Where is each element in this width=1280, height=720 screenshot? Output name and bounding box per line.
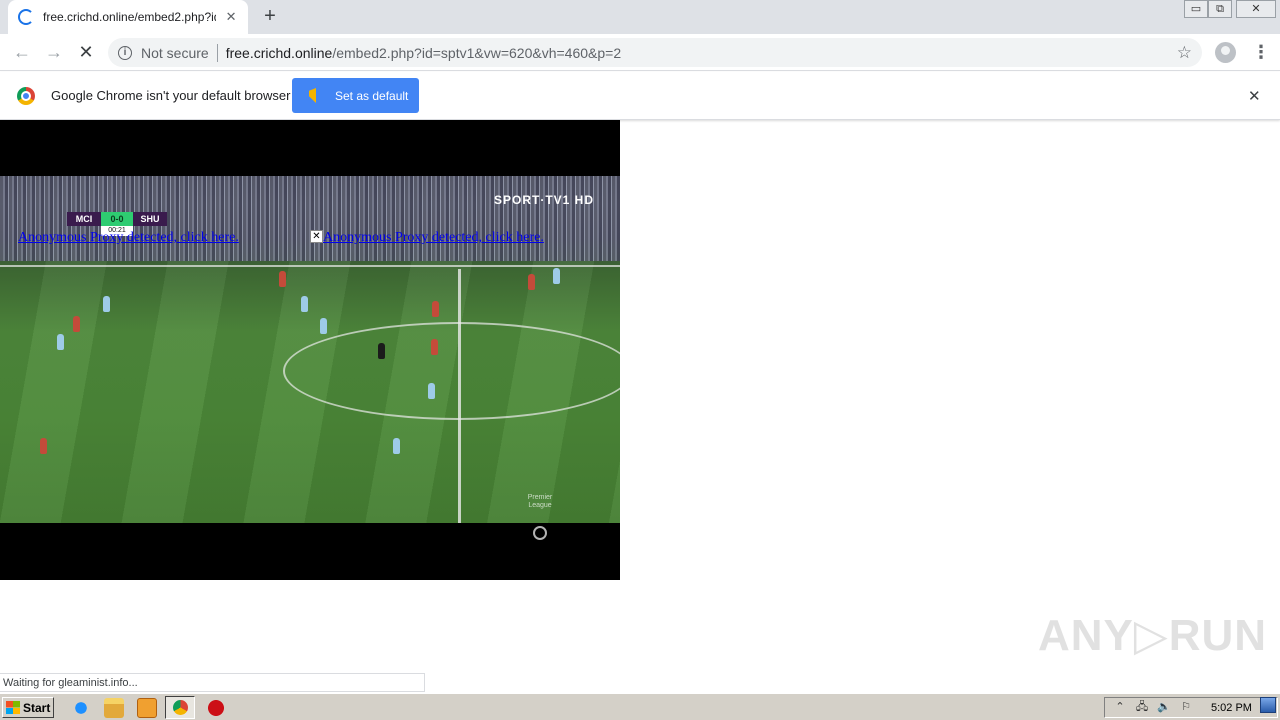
broadcaster-logo: SPORT·TV1 HD xyxy=(494,193,595,207)
windows-logo-icon xyxy=(6,701,20,714)
bookmark-star-icon[interactable]: ☆ xyxy=(1177,43,1192,63)
premier-league-logo: Premier League xyxy=(527,494,553,509)
network-icon[interactable]: 🖧 xyxy=(1135,701,1149,714)
back-button[interactable]: ← xyxy=(10,40,34,64)
default-browser-infobar: Google Chrome isn't your default browser… xyxy=(0,72,1280,120)
infobar-message: Google Chrome isn't your default browser xyxy=(51,88,291,103)
taskbar: Start ⌃ 🖧 🔈 ⚐ 5:02 PM xyxy=(0,693,1280,720)
window-close-button[interactable]: ✕ xyxy=(1236,0,1276,18)
loading-spinner-icon xyxy=(18,9,34,25)
away-team: SHU xyxy=(133,212,167,226)
status-bar: Waiting for gleaminist.info... xyxy=(0,673,425,692)
system-tray: ⌃ 🖧 🔈 ⚐ 5:02 PM xyxy=(1104,697,1278,718)
proxy-warning-link[interactable]: Anonymous Proxy detected, click here. xyxy=(323,230,544,246)
minimize-button[interactable]: ▭ xyxy=(1184,0,1208,18)
player xyxy=(428,383,435,399)
player xyxy=(57,334,64,350)
action-center-flag-icon[interactable]: ⚐ xyxy=(1179,701,1193,714)
home-team: MCI xyxy=(67,212,101,226)
new-tab-button[interactable]: + xyxy=(260,6,280,26)
info-icon[interactable]: i xyxy=(118,45,132,60)
set-as-default-label: Set as default xyxy=(335,88,409,103)
tab-close-icon[interactable]: ✕ xyxy=(224,9,238,25)
pitch-center-circle xyxy=(283,322,620,420)
player xyxy=(279,271,286,287)
player xyxy=(301,296,308,312)
start-label: Start xyxy=(23,700,51,715)
player xyxy=(393,438,400,454)
chrome-logo-icon xyxy=(17,87,35,105)
broken-image-icon: ✕ xyxy=(310,230,323,243)
opera-icon[interactable] xyxy=(206,698,226,718)
player xyxy=(432,301,439,317)
menu-icon[interactable]: ⋮ xyxy=(1252,42,1270,62)
internet-explorer-icon[interactable] xyxy=(71,698,91,718)
stop-button[interactable]: ✕ xyxy=(74,40,98,64)
player xyxy=(73,316,80,332)
media-player-icon[interactable] xyxy=(137,698,157,718)
security-label[interactable]: Not secure xyxy=(141,45,209,61)
restore-button[interactable]: ⧉ xyxy=(1208,0,1232,18)
player xyxy=(431,339,438,355)
shield-icon xyxy=(309,88,323,103)
score: 0-0 xyxy=(101,212,133,226)
address-bar[interactable]: i Not secure free.crichd.online/embed2.p… xyxy=(108,38,1202,67)
clock[interactable]: 5:02 PM xyxy=(1211,702,1252,714)
chrome-taskbar-icon[interactable] xyxy=(165,696,195,719)
video-player[interactable]: MCI 0-0 SHU 00:21 SPORT·TV1 HD Premier L… xyxy=(0,120,620,580)
volume-icon[interactable]: 🔈 xyxy=(1157,701,1171,714)
tray-expand-icon[interactable]: ⌃ xyxy=(1113,701,1127,714)
tab-strip: free.crichd.online/embed2.php?id=sptv1&v… xyxy=(0,0,1280,34)
player xyxy=(528,274,535,290)
player xyxy=(553,268,560,284)
pitch-touchline xyxy=(0,265,620,267)
show-desktop-button[interactable] xyxy=(1260,697,1276,713)
tab-title: free.crichd.online/embed2.php?id=sptv1&v… xyxy=(43,10,216,24)
proxy-warning-link[interactable]: Anonymous Proxy detected, click here. xyxy=(18,230,239,246)
player xyxy=(320,318,327,334)
infobar-close-icon[interactable]: ✕ xyxy=(1248,87,1261,105)
forward-button[interactable]: → xyxy=(42,40,66,64)
player xyxy=(103,296,110,312)
set-as-default-button[interactable]: Set as default xyxy=(292,78,419,113)
video-frame xyxy=(0,176,620,540)
file-explorer-icon[interactable] xyxy=(104,698,124,718)
active-tab[interactable]: free.crichd.online/embed2.php?id=sptv1&v… xyxy=(8,0,248,34)
player xyxy=(40,438,47,454)
player xyxy=(378,343,385,359)
anyrun-watermark: ANY▷RUN xyxy=(1038,611,1268,660)
url-path: /embed2.php?id=sptv1&vw=620&vh=460&p=2 xyxy=(332,44,622,61)
browser-toolbar: ← → ✕ i Not secure free.crichd.online/em… xyxy=(0,34,1280,71)
omnibox-separator xyxy=(216,43,218,62)
start-button[interactable]: Start xyxy=(2,697,54,718)
url-host: free.crichd.online xyxy=(225,44,333,61)
scoreboard: MCI 0-0 SHU xyxy=(67,212,167,226)
premier-league-lion-icon xyxy=(533,526,547,540)
profile-avatar-icon[interactable] xyxy=(1215,42,1236,63)
